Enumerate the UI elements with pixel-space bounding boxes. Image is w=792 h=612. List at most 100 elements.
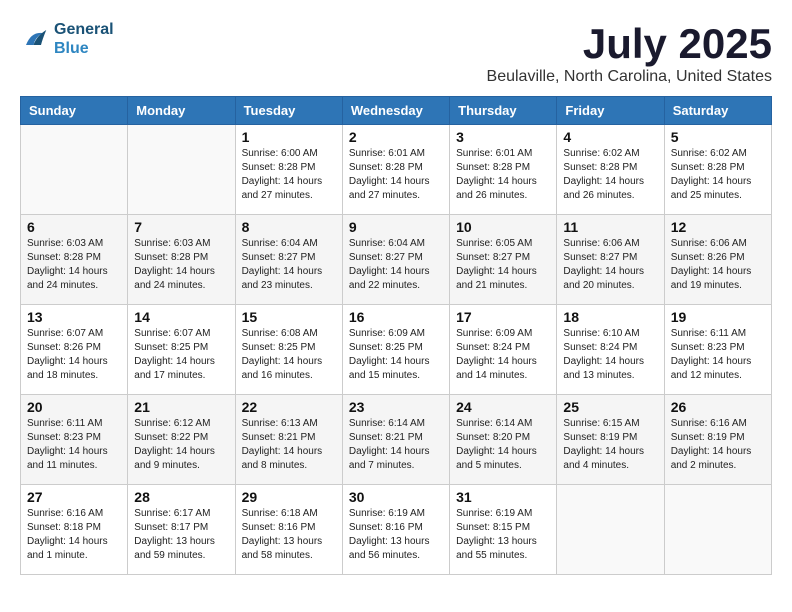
- day-info: Sunrise: 6:15 AM Sunset: 8:19 PM Dayligh…: [563, 417, 657, 473]
- calendar-cell: 4 Sunrise: 6:02 AM Sunset: 8:28 PM Daylig…: [557, 125, 664, 215]
- day-info: Sunrise: 6:04 AM Sunset: 8:27 PM Dayligh…: [349, 237, 443, 293]
- calendar-header-row: Sunday Monday Tuesday Wednesday Thursday…: [21, 97, 772, 125]
- calendar-cell: 25 Sunrise: 6:15 AM Sunset: 8:19 PM Dayli…: [557, 395, 664, 485]
- day-info: Sunrise: 6:06 AM Sunset: 8:26 PM Dayligh…: [671, 237, 765, 293]
- calendar-week-2: 6 Sunrise: 6:03 AM Sunset: 8:28 PM Daylig…: [21, 215, 772, 305]
- day-number: 27: [27, 489, 121, 505]
- col-wednesday: Wednesday: [342, 97, 449, 125]
- calendar-cell: 23Sunrise: 6:14 AM Sunset: 8:21 PM Dayli…: [342, 395, 449, 485]
- page-header: General Blue July 2025 Beulaville, North…: [20, 20, 772, 86]
- day-number: 1: [242, 129, 336, 145]
- day-info: Sunrise: 6:06 AM Sunset: 8:27 PM Dayligh…: [563, 237, 657, 293]
- day-number: 6: [27, 219, 121, 235]
- day-number: 13: [27, 309, 121, 325]
- calendar-cell: 28 Sunrise: 6:17 AM Sunset: 8:17 PM Dayli…: [128, 485, 235, 575]
- day-info: Sunrise: 6:17 AM Sunset: 8:17 PM Dayligh…: [134, 507, 228, 563]
- day-number: 10: [456, 219, 550, 235]
- calendar-cell: 15 Sunrise: 6:08 AM Sunset: 8:25 PM Dayli…: [235, 305, 342, 395]
- calendar-cell: 10 Sunrise: 6:05 AM Sunset: 8:27 PM Dayli…: [450, 215, 557, 305]
- title-block: July 2025 Beulaville, North Carolina, Un…: [487, 20, 772, 86]
- calendar-cell: 8 Sunrise: 6:04 AM Sunset: 8:27 PM Daylig…: [235, 215, 342, 305]
- day-info: Sunrise: 6:05 AM Sunset: 8:27 PM Dayligh…: [456, 237, 550, 293]
- day-number: 2: [349, 129, 443, 145]
- day-number: 17: [456, 309, 550, 325]
- calendar-cell: 19 Sunrise: 6:11 AM Sunset: 8:23 PM Dayli…: [664, 305, 771, 395]
- calendar-cell: 6 Sunrise: 6:03 AM Sunset: 8:28 PM Daylig…: [21, 215, 128, 305]
- day-info: Sunrise: 6:04 AM Sunset: 8:27 PM Dayligh…: [242, 237, 336, 293]
- day-info: Sunrise: 6:11 AM Sunset: 8:23 PM Dayligh…: [27, 417, 121, 473]
- day-info: Sunrise: 6:09 AM Sunset: 8:24 PM Dayligh…: [456, 327, 550, 383]
- day-info: Sunrise: 6:08 AM Sunset: 8:25 PM Dayligh…: [242, 327, 336, 383]
- day-info: Sunrise: 6:18 AM Sunset: 8:16 PM Dayligh…: [242, 507, 336, 563]
- day-info: Sunrise: 6:11 AM Sunset: 8:23 PM Dayligh…: [671, 327, 765, 383]
- calendar-week-1: 1 Sunrise: 6:00 AM Sunset: 8:28 PM Daylig…: [21, 125, 772, 215]
- day-number: 26: [671, 399, 765, 415]
- day-info: Sunrise: 6:02 AM Sunset: 8:28 PM Dayligh…: [563, 147, 657, 203]
- day-number: 20: [27, 399, 121, 415]
- day-number: 15: [242, 309, 336, 325]
- calendar-table: Sunday Monday Tuesday Wednesday Thursday…: [20, 96, 772, 575]
- day-info: Sunrise: 6:07 AM Sunset: 8:25 PM Dayligh…: [134, 327, 228, 383]
- col-thursday: Thursday: [450, 97, 557, 125]
- calendar-cell: 14Sunrise: 6:07 AM Sunset: 8:25 PM Dayli…: [128, 305, 235, 395]
- calendar-week-5: 27 Sunrise: 6:16 AM Sunset: 8:18 PM Dayli…: [21, 485, 772, 575]
- col-sunday: Sunday: [21, 97, 128, 125]
- calendar-cell: 9Sunrise: 6:04 AM Sunset: 8:27 PM Daylig…: [342, 215, 449, 305]
- calendar-cell: 11 Sunrise: 6:06 AM Sunset: 8:27 PM Dayli…: [557, 215, 664, 305]
- calendar-cell: 7Sunrise: 6:03 AM Sunset: 8:28 PM Daylig…: [128, 215, 235, 305]
- logo-icon: [20, 24, 50, 54]
- calendar-cell: 24 Sunrise: 6:14 AM Sunset: 8:20 PM Dayli…: [450, 395, 557, 485]
- day-number: 28: [134, 489, 228, 505]
- day-number: 18: [563, 309, 657, 325]
- calendar-cell: 5Sunrise: 6:02 AM Sunset: 8:28 PM Daylig…: [664, 125, 771, 215]
- day-number: 16: [349, 309, 443, 325]
- calendar-cell: [557, 485, 664, 575]
- day-number: 21: [134, 399, 228, 415]
- calendar-cell: 30 Sunrise: 6:19 AM Sunset: 8:16 PM Dayli…: [342, 485, 449, 575]
- calendar-cell: 22Sunrise: 6:13 AM Sunset: 8:21 PM Dayli…: [235, 395, 342, 485]
- day-info: Sunrise: 6:16 AM Sunset: 8:18 PM Dayligh…: [27, 507, 121, 563]
- day-info: Sunrise: 6:03 AM Sunset: 8:28 PM Dayligh…: [27, 237, 121, 293]
- col-tuesday: Tuesday: [235, 97, 342, 125]
- day-info: Sunrise: 6:01 AM Sunset: 8:28 PM Dayligh…: [349, 147, 443, 203]
- day-number: 25: [563, 399, 657, 415]
- calendar-cell: 16Sunrise: 6:09 AM Sunset: 8:25 PM Dayli…: [342, 305, 449, 395]
- day-info: Sunrise: 6:13 AM Sunset: 8:21 PM Dayligh…: [242, 417, 336, 473]
- day-info: Sunrise: 6:16 AM Sunset: 8:19 PM Dayligh…: [671, 417, 765, 473]
- day-info: Sunrise: 6:14 AM Sunset: 8:20 PM Dayligh…: [456, 417, 550, 473]
- day-number: 4: [563, 129, 657, 145]
- calendar-cell: 12Sunrise: 6:06 AM Sunset: 8:26 PM Dayli…: [664, 215, 771, 305]
- day-info: Sunrise: 6:12 AM Sunset: 8:22 PM Dayligh…: [134, 417, 228, 473]
- calendar-cell: 20 Sunrise: 6:11 AM Sunset: 8:23 PM Dayli…: [21, 395, 128, 485]
- day-info: Sunrise: 6:19 AM Sunset: 8:16 PM Dayligh…: [349, 507, 443, 563]
- day-number: 23: [349, 399, 443, 415]
- day-info: Sunrise: 6:02 AM Sunset: 8:28 PM Dayligh…: [671, 147, 765, 203]
- calendar-week-3: 13Sunrise: 6:07 AM Sunset: 8:26 PM Dayli…: [21, 305, 772, 395]
- day-number: 29: [242, 489, 336, 505]
- calendar-cell: [21, 125, 128, 215]
- day-number: 11: [563, 219, 657, 235]
- day-number: 19: [671, 309, 765, 325]
- calendar-cell: [664, 485, 771, 575]
- day-info: Sunrise: 6:00 AM Sunset: 8:28 PM Dayligh…: [242, 147, 336, 203]
- logo-text-line2: Blue: [54, 39, 114, 58]
- calendar-cell: 1 Sunrise: 6:00 AM Sunset: 8:28 PM Daylig…: [235, 125, 342, 215]
- calendar-cell: 21 Sunrise: 6:12 AM Sunset: 8:22 PM Dayli…: [128, 395, 235, 485]
- calendar-cell: 26 Sunrise: 6:16 AM Sunset: 8:19 PM Dayli…: [664, 395, 771, 485]
- day-number: 8: [242, 219, 336, 235]
- day-number: 30: [349, 489, 443, 505]
- col-monday: Monday: [128, 97, 235, 125]
- day-number: 3: [456, 129, 550, 145]
- day-info: Sunrise: 6:01 AM Sunset: 8:28 PM Dayligh…: [456, 147, 550, 203]
- day-info: Sunrise: 6:03 AM Sunset: 8:28 PM Dayligh…: [134, 237, 228, 293]
- calendar-cell: 31Sunrise: 6:19 AM Sunset: 8:15 PM Dayli…: [450, 485, 557, 575]
- calendar-cell: 3 Sunrise: 6:01 AM Sunset: 8:28 PM Daylig…: [450, 125, 557, 215]
- day-number: 24: [456, 399, 550, 415]
- calendar-cell: [128, 125, 235, 215]
- calendar-cell: 17 Sunrise: 6:09 AM Sunset: 8:24 PM Dayli…: [450, 305, 557, 395]
- calendar-cell: 2 Sunrise: 6:01 AM Sunset: 8:28 PM Daylig…: [342, 125, 449, 215]
- month-title: July 2025: [487, 20, 772, 68]
- logo-text-line1: General: [54, 20, 114, 39]
- calendar-week-4: 20 Sunrise: 6:11 AM Sunset: 8:23 PM Dayli…: [21, 395, 772, 485]
- calendar-cell: 18Sunrise: 6:10 AM Sunset: 8:24 PM Dayli…: [557, 305, 664, 395]
